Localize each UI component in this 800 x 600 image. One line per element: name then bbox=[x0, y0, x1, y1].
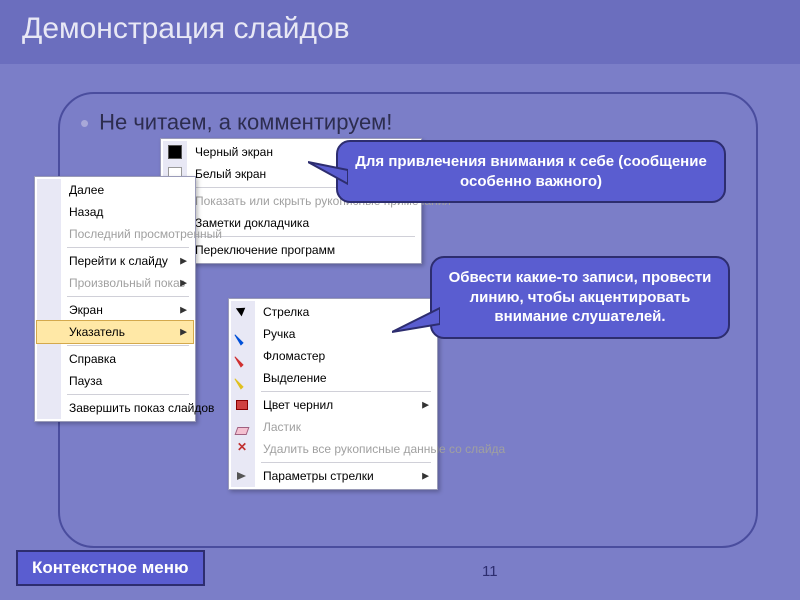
menu-label: Белый экран bbox=[195, 167, 266, 181]
menu-help[interactable]: Справка bbox=[37, 348, 193, 370]
highlighter-icon bbox=[232, 378, 243, 389]
separator bbox=[261, 391, 431, 392]
separator bbox=[67, 345, 189, 346]
separator bbox=[67, 247, 189, 248]
pen-icon bbox=[232, 334, 243, 345]
menu-last-viewed[interactable]: Последний просмотренный bbox=[37, 223, 193, 245]
menu-arrow-options[interactable]: Параметры стрелки ▶ bbox=[231, 465, 435, 487]
menu-highlight-tool[interactable]: Выделение bbox=[231, 367, 435, 389]
menu-label: Цвет чернил bbox=[263, 398, 333, 412]
separator bbox=[67, 296, 189, 297]
separator bbox=[261, 462, 431, 463]
callout-tail-icon bbox=[308, 158, 348, 188]
chevron-right-icon: ▶ bbox=[180, 327, 187, 338]
chevron-right-icon: ▶ bbox=[180, 256, 187, 267]
menu-back[interactable]: Назад bbox=[37, 201, 193, 223]
menu-eraser[interactable]: Ластик bbox=[231, 416, 435, 438]
menu-next[interactable]: Далее bbox=[37, 179, 193, 201]
menu-switch-programs[interactable]: Переключение программ bbox=[163, 239, 419, 261]
menu-delete-ink[interactable]: Удалить все рукописные данные со слайда bbox=[231, 438, 435, 460]
ink-color-icon bbox=[236, 400, 248, 410]
menu-goto-slide[interactable]: Перейти к слайду ▶ bbox=[37, 250, 193, 272]
callout-tail-icon bbox=[392, 302, 440, 338]
bullet-text: Не читаем, а комментируем! bbox=[80, 108, 392, 139]
callout-attention: Для привлечения внимания к себе (сообщен… bbox=[336, 140, 726, 203]
menu-label: Переключение программ bbox=[195, 243, 335, 257]
eraser-icon bbox=[235, 427, 250, 435]
separator bbox=[193, 236, 415, 237]
menu-label: Черный экран bbox=[195, 145, 273, 159]
menu-ink-color[interactable]: Цвет чернил ▶ bbox=[231, 394, 435, 416]
menu-label: Экран bbox=[69, 303, 103, 317]
menu-label: Пауза bbox=[69, 374, 102, 388]
menu-marker-tool[interactable]: Фломастер bbox=[231, 345, 435, 367]
menu-label: Параметры стрелки bbox=[263, 469, 374, 483]
footer-label: Контекстное меню bbox=[16, 550, 205, 586]
context-menu: Далее Назад Последний просмотренный Пере… bbox=[34, 176, 196, 422]
menu-label: Далее bbox=[69, 183, 104, 197]
chevron-right-icon: ▶ bbox=[180, 278, 187, 289]
menu-label: Произвольный показ bbox=[69, 276, 185, 290]
chevron-right-icon: ▶ bbox=[422, 400, 429, 411]
menu-label: Последний просмотренный bbox=[69, 227, 222, 241]
black-square-icon bbox=[168, 145, 182, 159]
menu-label: Ластик bbox=[263, 420, 301, 434]
marker-icon bbox=[232, 356, 243, 367]
callout-annotate: Обвести какие-то записи, провести линию,… bbox=[430, 256, 730, 339]
slide-title: Демонстрация слайдов bbox=[0, 0, 800, 64]
chevron-right-icon: ▶ bbox=[180, 305, 187, 316]
delete-icon bbox=[236, 442, 250, 456]
arrow-cursor-icon bbox=[236, 305, 250, 319]
menu-label: Стрелка bbox=[263, 305, 309, 319]
separator bbox=[67, 394, 189, 395]
menu-label: Перейти к слайду bbox=[69, 254, 168, 268]
menu-label: Назад bbox=[69, 205, 103, 219]
menu-custom-show[interactable]: Произвольный показ▶ bbox=[37, 272, 193, 294]
menu-label: Завершить показ слайдов bbox=[69, 401, 214, 415]
menu-label: Фломастер bbox=[263, 349, 325, 363]
arrow-options-icon bbox=[236, 469, 250, 483]
menu-label: Указатель bbox=[69, 325, 125, 339]
menu-end-show[interactable]: Завершить показ слайдов bbox=[37, 397, 193, 419]
menu-screen[interactable]: Экран ▶ bbox=[37, 299, 193, 321]
chevron-right-icon: ▶ bbox=[422, 471, 429, 482]
menu-label: Ручка bbox=[263, 327, 295, 341]
menu-pointer[interactable]: Указатель ▶ bbox=[36, 320, 194, 344]
menu-pause[interactable]: Пауза bbox=[37, 370, 193, 392]
page-number: 11 bbox=[482, 563, 498, 580]
menu-label: Удалить все рукописные данные со слайда bbox=[263, 442, 505, 456]
menu-label: Выделение bbox=[263, 371, 327, 385]
menu-label: Справка bbox=[69, 352, 116, 366]
